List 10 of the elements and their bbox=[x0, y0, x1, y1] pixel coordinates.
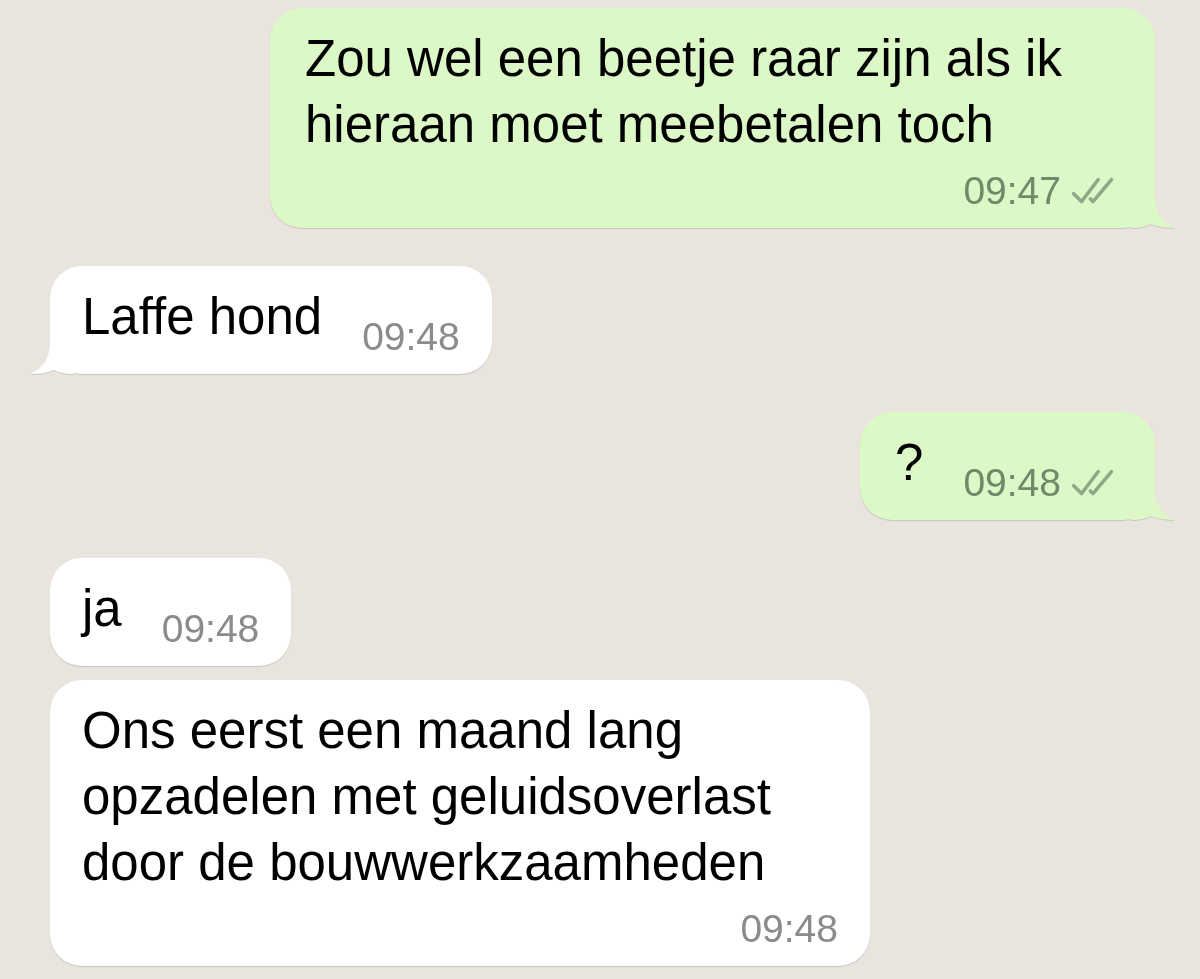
message-time: 09:47 bbox=[963, 168, 1061, 214]
message-text: ? bbox=[895, 433, 924, 493]
message-text: Ons eerst een maand lang opzadelen met geluidsoverlast door de bouwwerkzaamheden bbox=[82, 701, 772, 893]
message-time: 09:48 bbox=[740, 906, 838, 952]
message-time: 09:48 bbox=[161, 606, 260, 652]
message-time: 09:48 bbox=[963, 460, 1061, 506]
message-text: Laffe hond bbox=[82, 287, 323, 347]
message-text: Zou wel een beetje raar zijn als ik hieraan moet meebetalen toch bbox=[305, 29, 1063, 155]
message-time: 09:48 bbox=[362, 314, 460, 360]
message-text: ja bbox=[82, 579, 122, 639]
